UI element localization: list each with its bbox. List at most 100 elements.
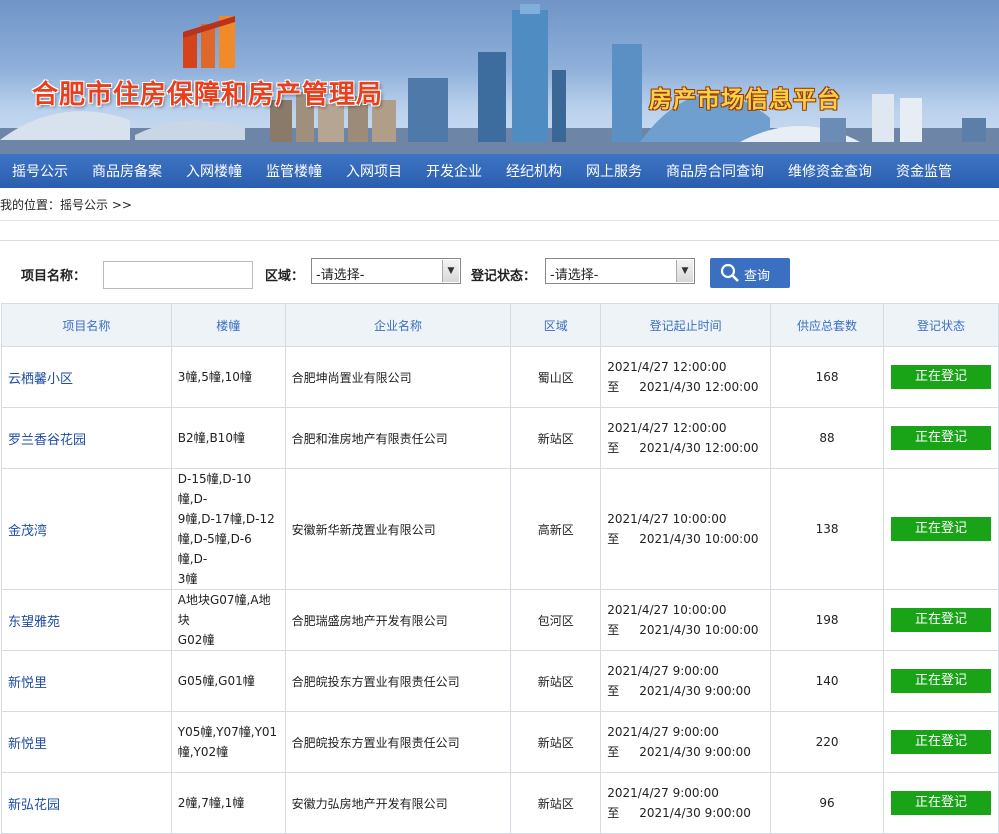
period-end-line: 至 2021/4/30 10:00:00 bbox=[607, 620, 764, 640]
project-name-link[interactable]: 新悦里 bbox=[1, 650, 172, 712]
period-end-line: 至 2021/4/30 9:00:00 bbox=[607, 803, 764, 823]
project-name-link[interactable]: 东望雅苑 bbox=[1, 589, 172, 651]
building-line: A地块G07幢,A地块 bbox=[177, 593, 271, 627]
units-cell: 220 bbox=[770, 711, 884, 773]
lottery-table: 项目名称 楼幢 企业名称 区域 登记起止时间 供应总套数 登记状态 云栖馨小区 3… bbox=[1, 303, 999, 834]
col-header-project[interactable]: 项目名称 bbox=[1, 303, 172, 347]
area-cell: 包河区 bbox=[510, 589, 602, 651]
period-to: 至 bbox=[607, 684, 620, 698]
project-name-input[interactable] bbox=[103, 261, 253, 289]
units-cell: 138 bbox=[770, 468, 884, 590]
period-to: 至 bbox=[607, 745, 620, 759]
project-name-link[interactable]: 新弘花园 bbox=[1, 772, 172, 834]
divider bbox=[0, 220, 999, 221]
status-badge[interactable]: 正在登记 bbox=[890, 608, 991, 632]
period-cell: 2021/4/27 10:00:00 至 2021/4/30 10:00:00 bbox=[600, 468, 772, 590]
period-start: 2021/4/27 9:00:00 bbox=[607, 786, 719, 800]
period-end: 2021/4/30 12:00:00 bbox=[639, 380, 759, 394]
project-name-link[interactable]: 云栖馨小区 bbox=[1, 346, 172, 408]
buildings-cell: G05幢,G01幢 bbox=[170, 650, 286, 712]
area-select[interactable]: -请选择- ▼ bbox=[311, 258, 461, 284]
status-select[interactable]: -请选择- ▼ bbox=[545, 258, 695, 284]
table-row: 新弘花园 2幢,7幢,1幢 安徽力弘房地产开发有限公司 新站区 2021/4/27 9:… bbox=[1, 772, 999, 834]
period-end-line: 至 2021/4/30 9:00:00 bbox=[607, 742, 764, 762]
col-header-area[interactable]: 区域 bbox=[510, 303, 602, 347]
period-end: 2021/4/30 9:00:00 bbox=[639, 684, 751, 698]
status-badge[interactable]: 正在登记 bbox=[890, 730, 991, 754]
col-header-units[interactable]: 供应总套数 bbox=[770, 303, 884, 347]
status-badge[interactable]: 正在登记 bbox=[890, 426, 991, 450]
period-to: 至 bbox=[607, 380, 620, 394]
table-row: 东望雅苑 A地块G07幢,A地块 G02幢 合肥瑞盛房地产开发有限公司 包河区 2021/… bbox=[1, 589, 999, 651]
units-cell: 88 bbox=[770, 407, 884, 469]
col-header-status[interactable]: 登记状态 bbox=[882, 303, 999, 347]
project-name-link[interactable]: 罗兰香谷花园 bbox=[1, 407, 172, 469]
period-end: 2021/4/30 10:00:00 bbox=[639, 532, 759, 546]
table-row: 新悦里 Y05幢,Y07幢,Y01 幢,Y02幢 合肥皖投东方置业有限责任公司 新站区 2… bbox=[1, 711, 999, 773]
company-cell: 安徽力弘房地产开发有限公司 bbox=[284, 772, 512, 834]
building-line: B2幢,B10幢 bbox=[177, 431, 245, 445]
period-cell: 2021/4/27 10:00:00 至 2021/4/30 10:00:00 bbox=[600, 589, 772, 651]
building-line: 3幢 bbox=[177, 572, 198, 586]
nav-item-agencies[interactable]: 经纪机构 bbox=[494, 161, 574, 181]
query-button-label: 查询 bbox=[744, 269, 771, 284]
nav-item-maintenance-fund[interactable]: 维修资金查询 bbox=[776, 161, 884, 181]
col-header-buildings[interactable]: 楼幢 bbox=[170, 303, 286, 347]
project-name-link[interactable]: 金茂湾 bbox=[1, 468, 172, 590]
nav-item-supervised-buildings[interactable]: 监管楼幢 bbox=[254, 161, 334, 181]
period-end: 2021/4/30 9:00:00 bbox=[639, 806, 751, 820]
buildings-cell: D-15幢,D-10幢,D- 9幢,D-17幢,D-12 幢,D-5幢,D-6幢,D… bbox=[170, 468, 286, 590]
status-cell: 正在登记 bbox=[882, 346, 999, 408]
project-name-label: 项目名称： bbox=[21, 269, 87, 284]
period-start: 2021/4/27 10:00:00 bbox=[607, 512, 727, 526]
building-line: 9幢,D-17幢,D-12 bbox=[177, 512, 275, 526]
query-button[interactable]: 查询 bbox=[710, 258, 790, 288]
col-header-company[interactable]: 企业名称 bbox=[284, 303, 512, 347]
nav-item-lottery[interactable]: 摇号公示 bbox=[0, 161, 80, 181]
company-cell: 合肥坤尚置业有限公司 bbox=[284, 346, 512, 408]
nav-item-fund-supervision[interactable]: 资金监管 bbox=[884, 161, 964, 181]
nav-item-filing[interactable]: 商品房备案 bbox=[80, 161, 174, 181]
status-badge[interactable]: 正在登记 bbox=[890, 365, 991, 389]
company-cell: 合肥瑞盛房地产开发有限公司 bbox=[284, 589, 512, 651]
status-badge[interactable]: 正在登记 bbox=[890, 669, 991, 693]
chevron-down-icon: ▼ bbox=[676, 260, 693, 282]
period-cell: 2021/4/27 12:00:00 至 2021/4/30 12:00:00 bbox=[600, 407, 772, 469]
nav-item-networked-buildings[interactable]: 入网楼幢 bbox=[174, 161, 254, 181]
building-line: Y05幢,Y07幢,Y01 bbox=[177, 725, 278, 739]
area-cell: 新站区 bbox=[510, 407, 602, 469]
building-line: 幢,D-5幢,D-6幢,D- bbox=[177, 532, 252, 566]
period-end: 2021/4/30 9:00:00 bbox=[639, 745, 751, 759]
buildings-cell: A地块G07幢,A地块 G02幢 bbox=[170, 589, 286, 651]
header-banner: 合肥市住房保障和房产管理局 房产市场信息平台 bbox=[0, 0, 999, 154]
building-line: 3幢,5幢,10幢 bbox=[177, 370, 252, 384]
period-end: 2021/4/30 10:00:00 bbox=[639, 623, 759, 637]
buildings-cell: 3幢,5幢,10幢 bbox=[170, 346, 286, 408]
status-badge[interactable]: 正在登记 bbox=[890, 517, 991, 541]
area-cell: 蜀山区 bbox=[510, 346, 602, 408]
buildings-cell: B2幢,B10幢 bbox=[170, 407, 286, 469]
area-cell: 新站区 bbox=[510, 650, 602, 712]
period-start: 2021/4/27 12:00:00 bbox=[607, 360, 727, 374]
search-form: 项目名称： 区域： -请选择- ▼ 登记状态： -请选择- ▼ 查询 bbox=[0, 240, 999, 303]
period-end-line: 至 2021/4/30 10:00:00 bbox=[607, 529, 764, 549]
period-to: 至 bbox=[607, 532, 620, 546]
status-select-value: -请选择- bbox=[550, 268, 599, 283]
period-cell: 2021/4/27 9:00:00 至 2021/4/30 9:00:00 bbox=[600, 772, 772, 834]
project-name-link[interactable]: 新悦里 bbox=[1, 711, 172, 773]
status-badge[interactable]: 正在登记 bbox=[890, 791, 991, 815]
nav-item-developers[interactable]: 开发企业 bbox=[414, 161, 494, 181]
table-row: 新悦里 G05幢,G01幢 合肥皖投东方置业有限责任公司 新站区 2021/4/27 9… bbox=[1, 650, 999, 712]
status-cell: 正在登记 bbox=[882, 407, 999, 469]
nav-item-contract-query[interactable]: 商品房合同查询 bbox=[654, 161, 776, 181]
col-header-period[interactable]: 登记起止时间 bbox=[600, 303, 772, 347]
chevron-down-icon: ▼ bbox=[442, 260, 459, 282]
status-cell: 正在登记 bbox=[882, 468, 999, 590]
status-cell: 正在登记 bbox=[882, 772, 999, 834]
table-row: 罗兰香谷花园 B2幢,B10幢 合肥和淮房地产有限责任公司 新站区 2021/4/27 … bbox=[1, 407, 999, 469]
nav-item-online-service[interactable]: 网上服务 bbox=[574, 161, 654, 181]
logo-icon bbox=[183, 16, 235, 68]
nav-item-networked-projects[interactable]: 入网项目 bbox=[334, 161, 414, 181]
breadcrumb: 我的位置：摇号公示 >> bbox=[0, 198, 132, 212]
units-cell: 140 bbox=[770, 650, 884, 712]
